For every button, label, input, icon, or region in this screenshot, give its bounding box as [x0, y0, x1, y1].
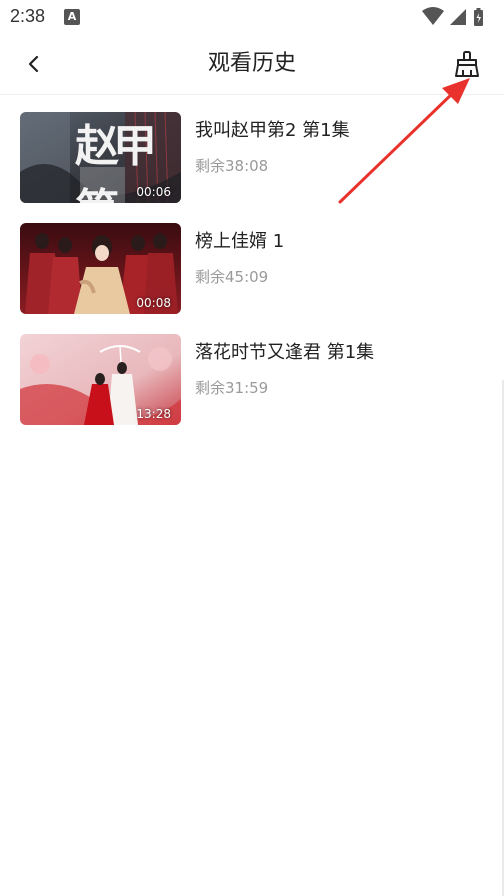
video-duration: 00:06 [136, 185, 171, 199]
wifi-icon [422, 7, 444, 25]
video-thumbnail[interactable]: 赵甲第 00:06 [20, 112, 181, 203]
video-duration: 00:08 [136, 296, 171, 310]
back-button[interactable] [16, 46, 52, 82]
signal-icon [450, 9, 466, 25]
history-list: 赵甲第 00:06 我叫赵甲第2 第1集 剩余38:08 [0, 112, 504, 445]
history-item[interactable]: 13:28 落花时节又逢君 第1集 剩余31:59 [0, 334, 504, 445]
history-item[interactable]: 00:08 榜上佳婿 1 剩余45:09 [0, 223, 504, 334]
app-notification-icon: A [64, 9, 80, 25]
video-title: 我叫赵甲第2 第1集 [195, 120, 350, 141]
video-thumbnail[interactable]: 00:08 [20, 223, 181, 314]
video-title: 落花时节又逢君 第1集 [195, 342, 375, 363]
history-item[interactable]: 赵甲第 00:06 我叫赵甲第2 第1集 剩余38:08 [0, 112, 504, 223]
remaining-time: 剩余38:08 [195, 157, 269, 175]
remaining-time: 剩余45:09 [195, 268, 269, 286]
status-bar: 2:38 A [0, 0, 504, 34]
remaining-time: 剩余31:59 [195, 379, 269, 397]
video-duration: 13:28 [136, 407, 171, 421]
status-time: 2:38 [10, 6, 46, 26]
back-arrow-icon [28, 55, 39, 73]
video-title: 榜上佳婿 1 [195, 231, 285, 252]
status-icons [422, 7, 494, 27]
battery-icon [474, 8, 483, 26]
video-thumbnail[interactable]: 13:28 [20, 334, 181, 425]
